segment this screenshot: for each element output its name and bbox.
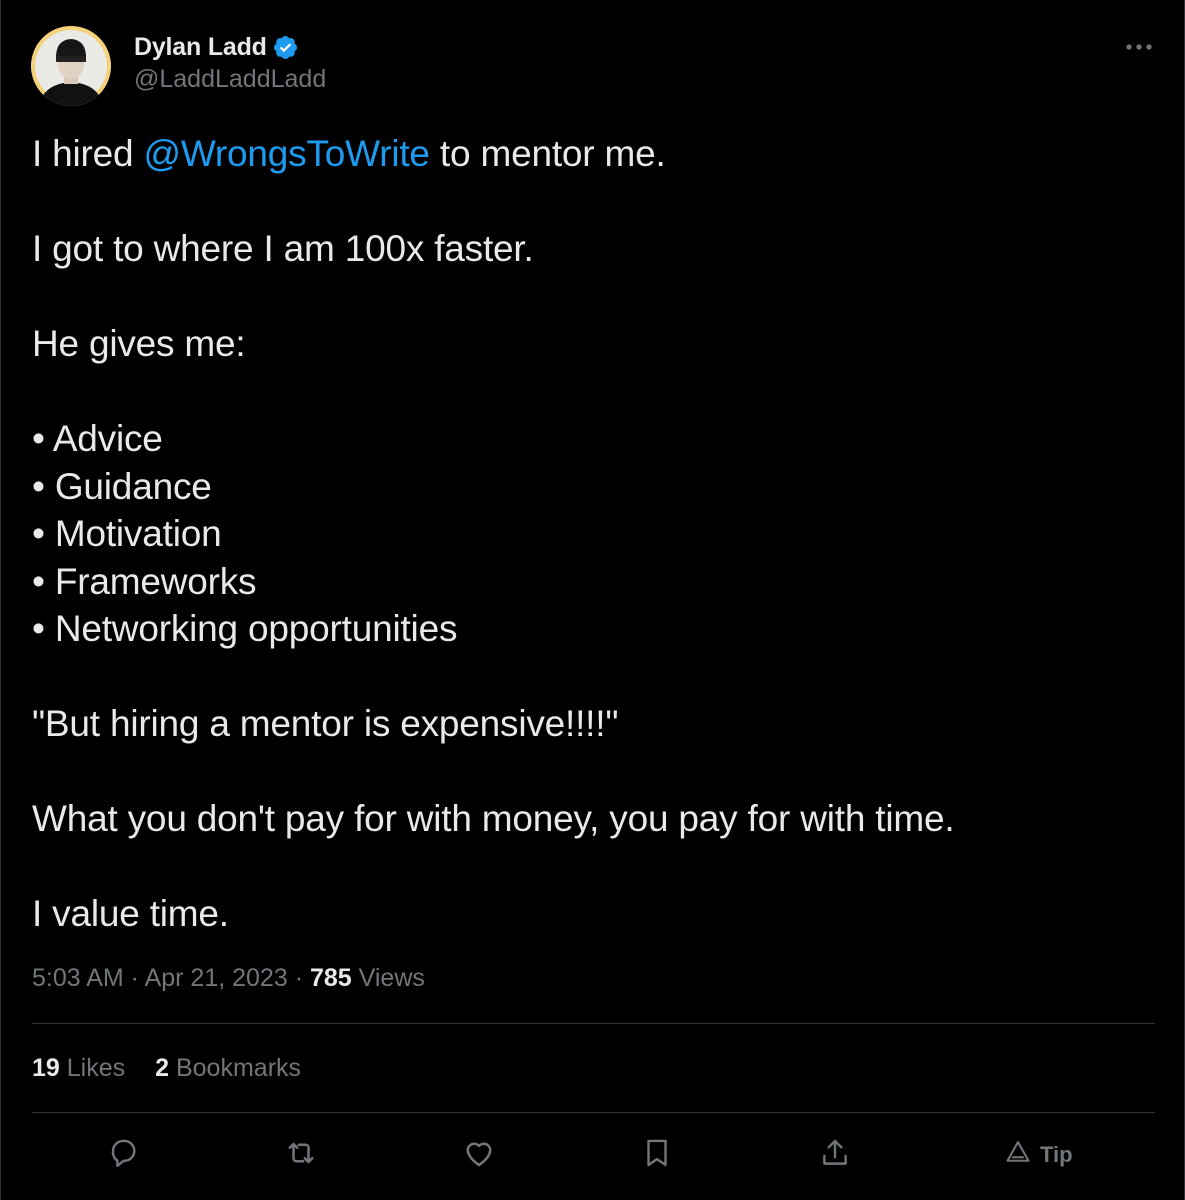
meta-separator: · — [287, 964, 310, 992]
mention-link[interactable]: @WrongsToWrite — [144, 133, 431, 174]
tweet-date[interactable]: Apr 21, 2023 — [145, 964, 288, 992]
retweet-button[interactable] — [276, 1130, 326, 1180]
likes-stat[interactable]: 19 Likes — [32, 1054, 125, 1083]
display-name[interactable]: Dylan Ladd — [134, 33, 267, 62]
user-handle[interactable]: @LaddLaddLadd — [134, 65, 326, 94]
bullet-item: • Motivation — [32, 513, 222, 554]
like-icon — [461, 1135, 497, 1176]
tip-label: Tip — [1040, 1142, 1073, 1167]
bookmarks-count: 2 — [155, 1054, 170, 1082]
retweet-icon — [283, 1135, 319, 1176]
reply-icon — [106, 1136, 140, 1175]
tweet-line-3: He gives me: — [32, 323, 246, 364]
tweet-stats: 19 Likes 2 Bookmarks — [32, 1054, 301, 1083]
tweet-quote-line: "But hiring a mentor is expensive!!!!" — [32, 703, 619, 744]
text-segment: I hired — [32, 133, 144, 174]
tip-icon — [1004, 1138, 1040, 1172]
tweet-line-2: I got to where I am 100x faster. — [32, 228, 534, 269]
tweet-time[interactable]: 5:03 AM — [32, 964, 124, 992]
bookmarks-label: Bookmarks — [169, 1054, 302, 1082]
likes-count: 19 — [32, 1054, 60, 1082]
likes-label: Likes — [59, 1054, 126, 1082]
views-count: 785 — [309, 964, 352, 992]
meta-separator: · — [123, 964, 145, 992]
like-button[interactable] — [454, 1130, 504, 1180]
action-bar: Tip — [0, 1130, 1185, 1180]
left-border — [0, 0, 1, 1200]
reply-button[interactable] — [98, 1130, 148, 1180]
bookmark-button[interactable] — [632, 1130, 682, 1180]
bullet-item: • Frameworks — [32, 560, 257, 602]
bullet-item: • Guidance — [32, 465, 212, 507]
avatar[interactable] — [31, 26, 111, 106]
views-label: Views — [351, 964, 425, 992]
bullet-item: • Networking opportunities — [32, 608, 458, 649]
divider — [32, 1023, 1155, 1024]
tip-button[interactable]: Tip — [1004, 1138, 1073, 1172]
share-icon — [818, 1136, 852, 1175]
share-button[interactable] — [810, 1130, 860, 1180]
more-options-icon[interactable] — [1122, 30, 1156, 64]
bookmarks-stat[interactable]: 2 Bookmarks — [155, 1054, 301, 1083]
author-block: Dylan Ladd @LaddLaddLadd — [134, 31, 326, 94]
tweet-line-5: What you don't pay for with money, you p… — [32, 798, 955, 839]
tweet-line-6: I value time. — [32, 893, 229, 934]
tweet-card: Dylan Ladd @LaddLaddLadd I hired @Wrongs… — [0, 0, 1185, 1200]
bookmark-icon — [640, 1136, 674, 1175]
tweet-meta: 5:03 AM · Apr 21, 2023 · 785 Views — [32, 964, 425, 993]
text-segment: to mentor me. — [429, 133, 666, 174]
divider — [32, 1112, 1155, 1113]
verified-badge-icon — [272, 34, 299, 61]
tweet-line-1: I hired @WrongsToWrite to mentor me. — [32, 130, 1152, 178]
bullet-item: • Advice — [32, 418, 163, 459]
tweet-text: I hired @WrongsToWrite to mentor me. I g… — [32, 130, 1152, 938]
